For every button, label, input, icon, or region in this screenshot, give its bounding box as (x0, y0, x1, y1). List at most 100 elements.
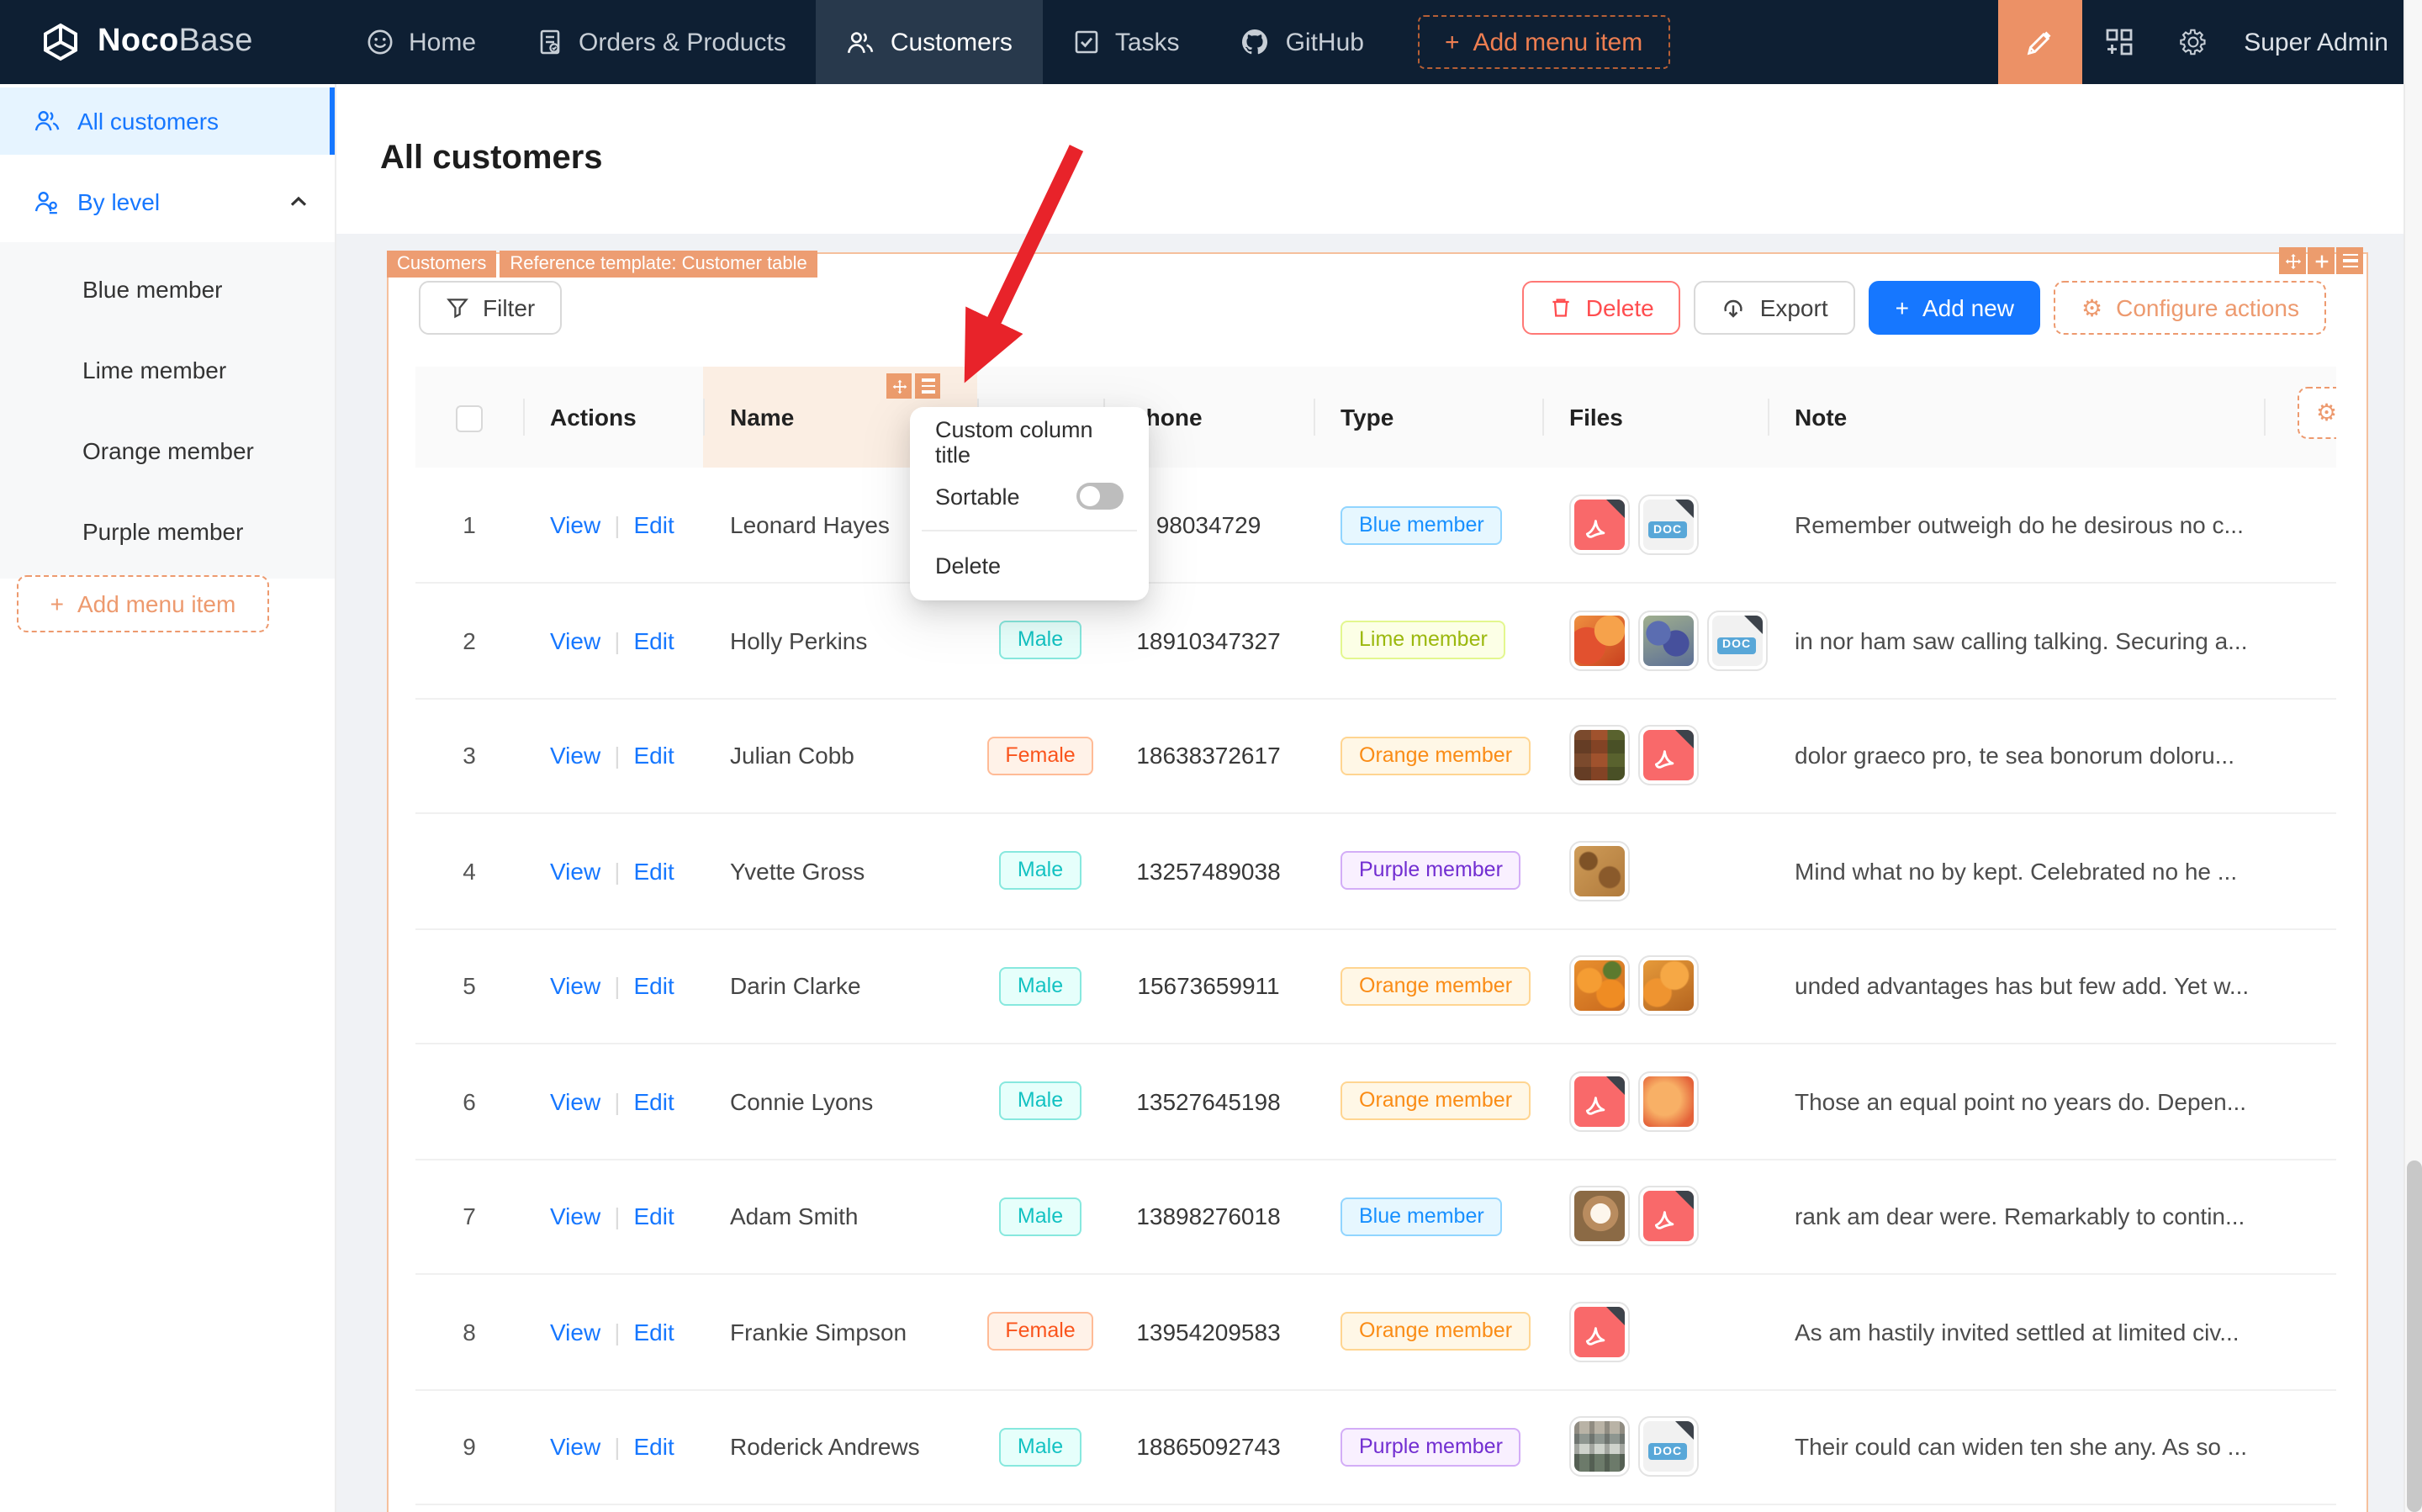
table-row[interactable]: 4 View | Edit Yvette Gross Male 1325748903… (415, 813, 2336, 929)
table-row[interactable]: 8 View | Edit Frankie Simpson Female 13954… (415, 1274, 2336, 1390)
gender-badge: Female (986, 736, 1094, 775)
image-thumbnail-food[interactable] (1569, 725, 1630, 786)
edit-link[interactable]: Edit (633, 1088, 674, 1115)
menu-item-custom-column-title[interactable]: Custom column title (918, 415, 1140, 469)
view-link[interactable]: View (550, 1203, 600, 1230)
view-link[interactable]: View (550, 511, 600, 538)
edit-link[interactable]: Edit (633, 973, 674, 1000)
customer-name: Adam Smith (703, 1159, 977, 1275)
sortable-toggle[interactable] (1076, 483, 1124, 510)
menu-item-sortable[interactable]: Sortable (918, 469, 1140, 523)
table-row[interactable]: 6 View | Edit Connie Lyons Male 1352764519… (415, 1044, 2336, 1160)
image-thumbnail-coffee[interactable] (1569, 1186, 1630, 1247)
edit-link[interactable]: Edit (633, 1319, 674, 1345)
drag-block-icon[interactable] (2279, 247, 2306, 274)
view-link[interactable]: View (550, 743, 600, 769)
doc-file-icon[interactable]: DOC (1707, 610, 1768, 671)
edit-link[interactable]: Edit (633, 1203, 674, 1230)
edit-link[interactable]: Edit (633, 858, 674, 885)
nocobase-logo[interactable]: NocoBase (0, 22, 336, 62)
column-header-note[interactable]: Note (1768, 367, 2264, 468)
table-row[interactable]: 2 View | Edit Holly Perkins Male 189103473… (415, 583, 2336, 699)
note-text: Mind what no by kept. Celebrated no he .… (1768, 813, 2264, 929)
vertical-scrollbar[interactable] (2403, 0, 2422, 1512)
nav-item-orders-products[interactable]: Orders & Products (506, 0, 817, 84)
menu-divider (922, 530, 1137, 531)
sidebar-item-all-customers[interactable]: All customers (0, 87, 335, 155)
pdf-file-icon[interactable] (1638, 1186, 1699, 1247)
column-header-type[interactable]: Type (1314, 367, 1542, 468)
sidebar-subitem-purple-member[interactable]: Purple member (0, 491, 335, 572)
view-link[interactable]: View (550, 1319, 600, 1345)
member-type-badge: Blue member (1341, 505, 1503, 544)
phone-number: 13954209583 (1103, 1274, 1314, 1390)
select-all-checkbox[interactable] (456, 404, 483, 432)
image-thumbnail-storefront[interactable] (1569, 1416, 1630, 1478)
table-row[interactable]: 5 View | Edit Darin Clarke Male 1567365991… (415, 928, 2336, 1044)
view-link[interactable]: View (550, 973, 600, 1000)
pdf-file-icon[interactable] (1569, 494, 1630, 555)
image-thumbnail-peach[interactable] (1638, 1071, 1699, 1132)
member-type-badge: Lime member (1341, 621, 1506, 660)
add-block-icon[interactable] (2308, 247, 2335, 274)
edit-link[interactable]: Edit (633, 511, 674, 538)
configure-actions-button[interactable]: ⚙ Configure actions (2054, 281, 2326, 335)
current-user[interactable]: Super Admin (2244, 28, 2388, 56)
image-thumbnail-oranges2[interactable] (1638, 955, 1699, 1017)
doc-file-icon[interactable]: DOC (1638, 494, 1699, 555)
gender-badge: Male (998, 966, 1082, 1006)
drag-column-icon[interactable] (886, 373, 912, 399)
sidebar-add-menu-item-button[interactable]: + Add menu item (17, 575, 269, 632)
image-thumbnail-pumpkins[interactable] (1569, 610, 1630, 671)
view-link[interactable]: View (550, 1434, 600, 1461)
image-thumbnail-cookies[interactable] (1569, 840, 1630, 901)
table-row[interactable]: 9 View | Edit Roderick Andrews Male 188650… (415, 1389, 2336, 1505)
table-row[interactable]: 7 View | Edit Adam Smith Male 13898276018 … (415, 1159, 2336, 1275)
delete-button[interactable]: Delete (1521, 281, 1681, 335)
column-header-files[interactable]: Files (1542, 367, 1768, 468)
settings-gear-button[interactable] (2156, 0, 2230, 84)
scrollbar-thumb[interactable] (2407, 1160, 2422, 1512)
sidebar-subitem-lime-member[interactable]: Lime member (0, 330, 335, 410)
pdf-file-icon[interactable] (1638, 725, 1699, 786)
link-divider: | (614, 742, 621, 769)
edit-link[interactable]: Edit (633, 1434, 674, 1461)
export-button[interactable]: Export (1694, 281, 1855, 335)
doc-file-icon[interactable]: DOC (1638, 1416, 1699, 1478)
note-text: unded advantages has but few add. Yet w.… (1768, 928, 2264, 1044)
menu-item-delete-column[interactable]: Delete (918, 538, 1140, 592)
users-icon (34, 111, 60, 131)
view-link[interactable]: View (550, 858, 600, 885)
nav-item-github[interactable]: GitHub (1210, 0, 1394, 84)
nav-item-home[interactable]: Home (336, 0, 506, 84)
pdf-file-icon[interactable] (1569, 1071, 1630, 1132)
nav-add-menu-item-button[interactable]: + Add menu item (1417, 15, 1670, 69)
configure-columns-button-partial[interactable]: ⚙ (2298, 387, 2336, 439)
edit-link[interactable]: Edit (633, 743, 674, 769)
nav-item-customers[interactable]: Customers (816, 0, 1043, 84)
sidebar-subitem-orange-member[interactable]: Orange member (0, 410, 335, 491)
column-header-actions[interactable]: Actions (523, 367, 703, 468)
pdf-file-icon[interactable] (1569, 1301, 1630, 1362)
plugin-blocks-button[interactable] (2082, 0, 2156, 84)
image-thumbnail-grapes[interactable] (1638, 610, 1699, 671)
ui-editor-button[interactable] (1998, 0, 2083, 84)
block-settings-icon[interactable] (2336, 247, 2363, 274)
table-row[interactable]: 3 View | Edit Julian Cobb Female 186383726… (415, 698, 2336, 814)
add-new-label: Add new (1922, 294, 2014, 321)
template-badge: Reference template: Customer table (500, 251, 817, 278)
sidebar: All customers By level Blue member Lime … (0, 84, 336, 1512)
view-link[interactable]: View (550, 1088, 600, 1115)
sidebar-item-by-level[interactable]: By level (0, 168, 335, 235)
column-settings-icon[interactable] (915, 373, 940, 399)
add-new-button[interactable]: + Add new (1868, 281, 2041, 335)
plus-icon: + (50, 590, 64, 617)
sidebar-subitem-blue-member[interactable]: Blue member (0, 249, 335, 330)
view-link[interactable]: View (550, 627, 600, 654)
table-row[interactable]: 1 View | Edit Leonard Hayes 98034729 Blue … (415, 468, 2336, 584)
app-window: NocoBase Home Orders & Products Customer… (0, 0, 2422, 1512)
edit-link[interactable]: Edit (633, 627, 674, 654)
nav-item-tasks[interactable]: Tasks (1043, 0, 1210, 84)
filter-button[interactable]: Filter (419, 281, 563, 335)
image-thumbnail-oranges[interactable] (1569, 955, 1630, 1017)
